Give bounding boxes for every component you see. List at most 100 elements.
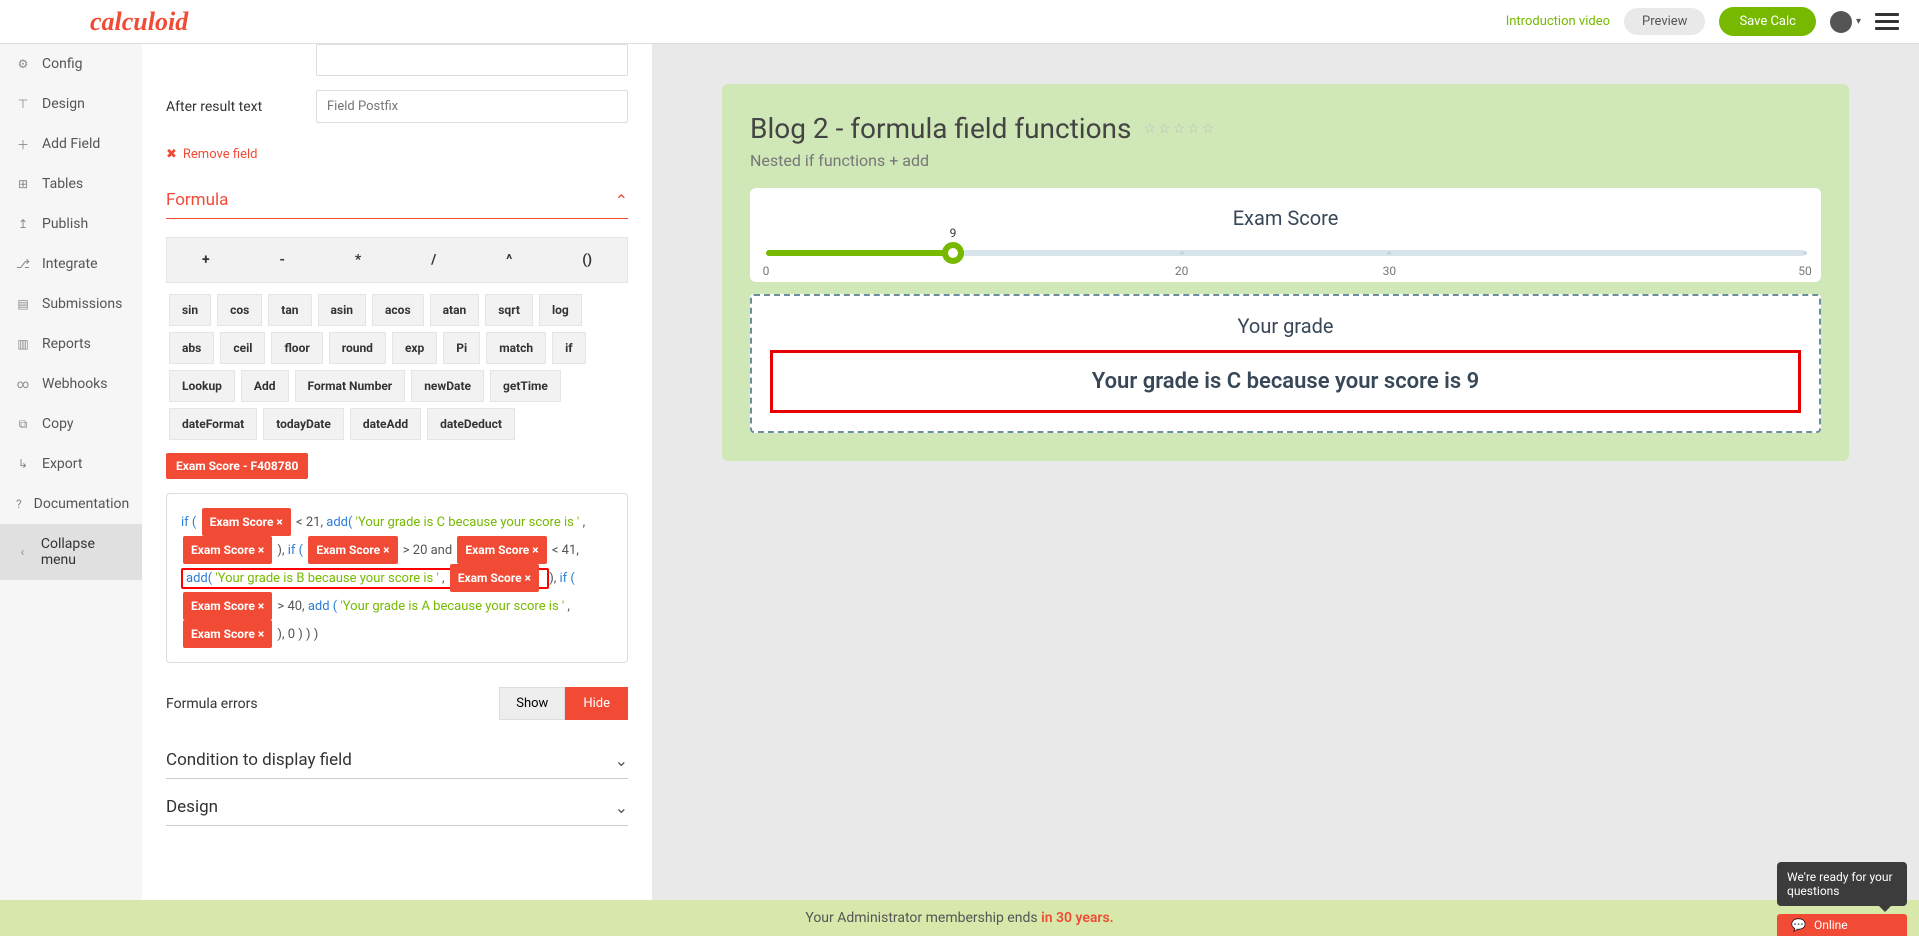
condition-section-title: Condition to display field (166, 750, 352, 770)
footer-expiry: in 30 years. (1041, 910, 1114, 926)
function-toolbar: sin cos tan asin acos atan sqrt log abs … (166, 291, 628, 443)
sidebar-label: Collapse menu (41, 536, 126, 568)
remove-field-label: Remove field (183, 147, 258, 162)
fn-lookup[interactable]: Lookup (169, 370, 235, 402)
export-icon: ↳ (16, 457, 30, 471)
slider-fill (766, 250, 953, 256)
chat-icon: 💬 (1791, 918, 1806, 932)
fn-add[interactable]: Add (241, 370, 289, 402)
fn-abs[interactable]: abs (169, 332, 214, 364)
preview-button[interactable]: Preview (1624, 8, 1705, 35)
copy-icon: ⧉ (16, 417, 30, 431)
avatar-icon (1830, 11, 1852, 33)
op-div[interactable]: / (421, 248, 446, 272)
op-mult[interactable]: * (345, 248, 371, 272)
op-pow[interactable]: ^ (496, 248, 522, 272)
fn-dateadd[interactable]: dateAdd (350, 408, 421, 440)
show-errors-button[interactable]: Show (499, 687, 565, 720)
slider-value: 9 (950, 226, 957, 240)
slider-tick (1803, 251, 1807, 255)
fn-match[interactable]: match (486, 332, 546, 364)
fn-sqrt[interactable]: sqrt (485, 294, 533, 326)
fn-exp[interactable]: exp (392, 332, 437, 364)
sidebar-item-collapse[interactable]: ‹Collapse menu (0, 524, 142, 580)
sidebar-item-integrate[interactable]: ⎇Integrate (0, 244, 142, 284)
field-variable-button[interactable]: Exam Score - F408780 (166, 453, 308, 479)
fn-atan[interactable]: atan (430, 294, 480, 326)
brand-logo[interactable]: calculoid (90, 7, 188, 37)
rating-stars[interactable]: ☆☆☆☆☆ (1143, 121, 1216, 137)
sidebar-item-reports[interactable]: ▥Reports (0, 324, 142, 364)
highlighted-segment: add( 'Your grade is B because your score… (181, 568, 549, 589)
var-exam-score[interactable]: Exam Score × (202, 508, 291, 536)
user-menu[interactable]: ▾ (1830, 11, 1861, 33)
remove-field-button[interactable]: ✖ Remove field (166, 147, 257, 162)
chevron-up-icon: ⌃ (615, 191, 628, 210)
var-exam-score[interactable]: Exam Score × (457, 536, 546, 564)
chat-status: Online (1814, 918, 1848, 932)
grade-card[interactable]: Your grade Your grade is C because your … (750, 294, 1821, 433)
var-exam-score[interactable]: Exam Score × (183, 620, 272, 648)
sidebar-item-config[interactable]: ⚙Config (0, 44, 142, 84)
fn-cos[interactable]: cos (217, 294, 262, 326)
sidebar-label: Documentation (34, 496, 130, 512)
intro-video-link[interactable]: Introduction video (1506, 14, 1610, 29)
upload-icon: ↥ (16, 217, 30, 231)
kw-if: if ( (288, 543, 303, 558)
sidebar-item-documentation[interactable]: ?Documentation (0, 484, 142, 524)
fn-formatnumber[interactable]: Format Number (295, 370, 406, 402)
close-icon: ✖ (166, 147, 177, 162)
op-paren[interactable]: () (572, 248, 602, 272)
fn-newdate[interactable]: newDate (411, 370, 484, 402)
postfix-input[interactable] (316, 90, 628, 123)
formula-section-header[interactable]: Formula ⌃ (166, 190, 628, 219)
fn-gettime[interactable]: getTime (490, 370, 561, 402)
op-minus[interactable]: - (269, 248, 295, 272)
slider-tick (1180, 251, 1184, 255)
sidebar-item-addfield[interactable]: ＋Add Field (0, 124, 142, 164)
fn-tan[interactable]: tan (268, 294, 311, 326)
save-calc-button[interactable]: Save Calc (1719, 7, 1816, 36)
var-exam-score[interactable]: Exam Score × (450, 564, 539, 592)
calc-title: Blog 2 - formula field functions (750, 112, 1131, 145)
slider-track[interactable]: 9 0 20 30 50 (766, 250, 1805, 256)
var-exam-score[interactable]: Exam Score × (183, 592, 272, 620)
fn-round[interactable]: round (329, 332, 386, 364)
sidebar-item-tables[interactable]: ⊞Tables (0, 164, 142, 204)
chat-launcher[interactable]: 💬 Online (1777, 914, 1907, 936)
sidebar-item-design[interactable]: ⊤Design (0, 84, 142, 124)
op-plus[interactable]: + (192, 248, 220, 272)
hide-errors-button[interactable]: Hide (565, 687, 628, 720)
sidebar-item-webhooks[interactable]: ∞Webhooks (0, 364, 142, 404)
var-exam-score[interactable]: Exam Score × (308, 536, 397, 564)
sidebar-item-copy[interactable]: ⧉Copy (0, 404, 142, 444)
kw-if: if ( (181, 515, 196, 530)
fn-datededuct[interactable]: dateDeduct (427, 408, 515, 440)
fn-acos[interactable]: acos (372, 294, 424, 326)
sidebar-item-export[interactable]: ↳Export (0, 444, 142, 484)
design-section-header[interactable]: Design ⌄ (166, 797, 628, 826)
fn-todaydate[interactable]: todayDate (263, 408, 344, 440)
fn-if[interactable]: if (552, 332, 585, 364)
fn-floor[interactable]: floor (271, 332, 322, 364)
sidebar-item-submissions[interactable]: ▤Submissions (0, 284, 142, 324)
fn-log[interactable]: log (539, 294, 582, 326)
prefix-input[interactable] (316, 44, 628, 76)
sidebar-label: Tables (42, 176, 83, 192)
webhooks-icon: ∞ (16, 377, 30, 391)
slider-knob[interactable] (942, 242, 964, 264)
hamburger-menu-button[interactable] (1875, 9, 1899, 34)
editor-panel: After result text ✖ Remove field Formula… (142, 44, 652, 900)
fn-sin[interactable]: sin (169, 294, 211, 326)
var-exam-score[interactable]: Exam Score × (183, 536, 272, 564)
sidebar-item-publish[interactable]: ↥Publish (0, 204, 142, 244)
sym: > 40, (277, 599, 307, 614)
design-section-title: Design (166, 797, 218, 817)
condition-section-header[interactable]: Condition to display field ⌄ (166, 750, 628, 779)
fn-asin[interactable]: asin (318, 294, 367, 326)
fn-ceil[interactable]: ceil (220, 332, 265, 364)
fn-dateformat[interactable]: dateFormat (169, 408, 257, 440)
formula-editor[interactable]: if ( Exam Score × < 21, add( 'Your grade… (166, 493, 628, 663)
fn-add: add ( (308, 599, 337, 614)
fn-pi[interactable]: Pi (443, 332, 480, 364)
